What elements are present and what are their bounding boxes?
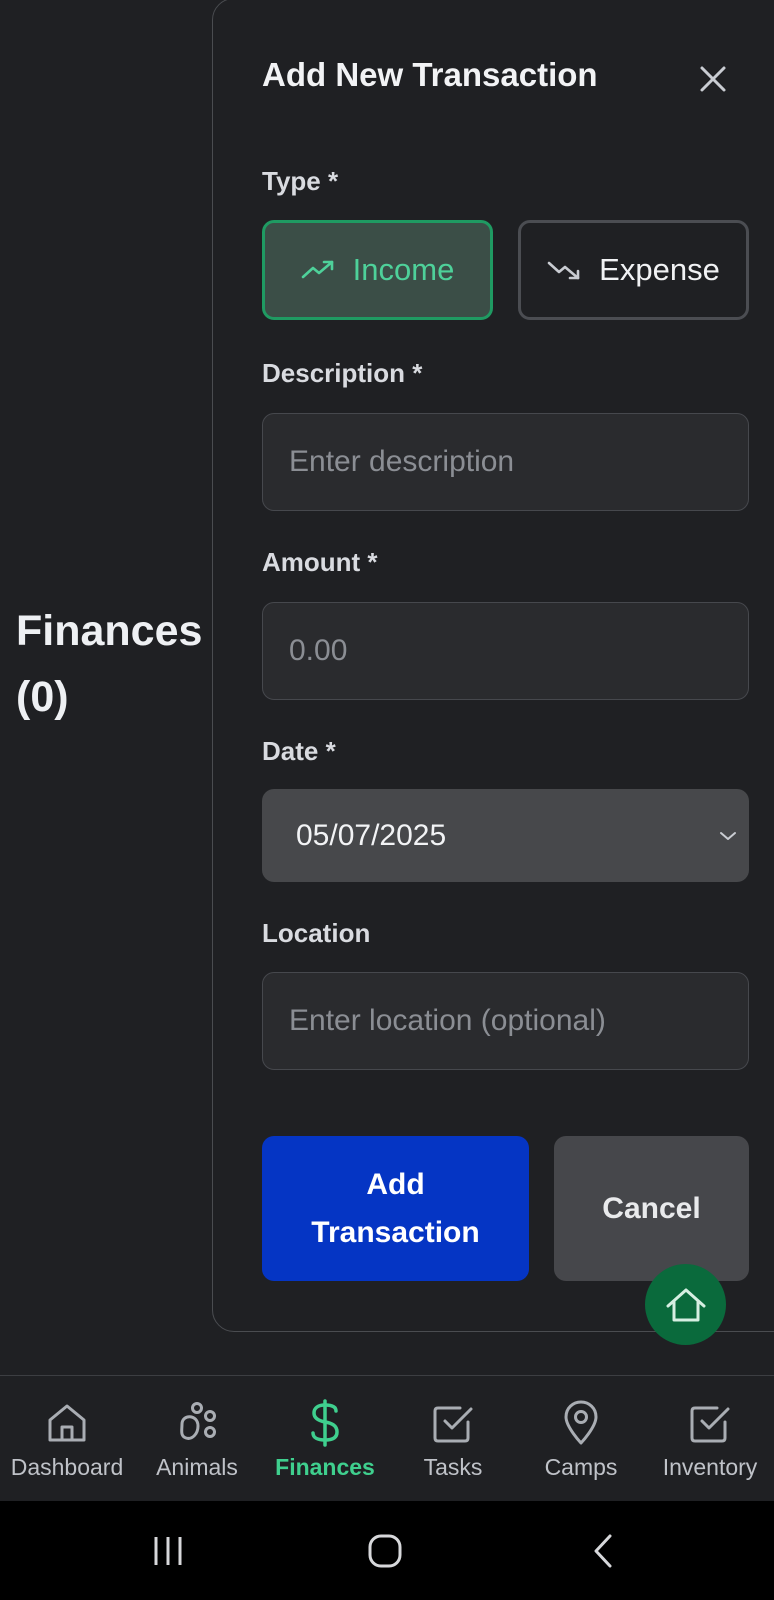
add-transaction-label: Add Transaction (311, 1167, 480, 1249)
date-picker[interactable]: 05/07/2025 (262, 789, 749, 882)
close-icon (700, 66, 726, 92)
trending-down-icon (547, 261, 580, 280)
trending-up-icon (301, 260, 333, 279)
location-placeholder: Enter location (optional) (289, 1004, 606, 1037)
checkbox-icon (690, 1406, 730, 1443)
close-button[interactable] (692, 58, 734, 100)
map-pin-icon (564, 1400, 598, 1445)
location-label: Location (262, 918, 371, 948)
nav-item-finances[interactable]: Finances (261, 1376, 389, 1502)
description-input[interactable]: Enter description (262, 413, 749, 511)
date-value: 05/07/2025 (296, 818, 447, 852)
cancel-button[interactable]: Cancel (554, 1136, 749, 1281)
description-label: Description * (262, 358, 423, 388)
nav-item-animals[interactable]: Animals (133, 1376, 261, 1502)
system-back-button[interactable] (563, 1501, 643, 1600)
back-icon (594, 1534, 612, 1567)
recents-icon (154, 1536, 182, 1565)
amount-label: Amount * (262, 547, 378, 577)
home-icon (48, 1404, 86, 1442)
dollar-icon (311, 1399, 339, 1447)
recents-button[interactable] (128, 1501, 208, 1600)
date-label: Date * (262, 736, 336, 766)
nav-item-dashboard[interactable]: Dashboard (3, 1376, 131, 1502)
nav-item-inventory[interactable]: Inventory (646, 1376, 774, 1502)
home-icon (666, 1288, 705, 1321)
system-navigation-bar (0, 1501, 774, 1600)
nav-label-dashboard: Dashboard (10, 1454, 124, 1480)
nav-item-tasks[interactable]: Tasks (389, 1376, 517, 1502)
nav-label-inventory: Inventory (662, 1454, 758, 1480)
nav-label-camps: Camps (544, 1454, 618, 1480)
chevron-down-icon (720, 831, 736, 840)
nav-label-finances: Finances (275, 1454, 375, 1480)
nav-label-animals: Animals (156, 1454, 238, 1480)
checkbox-icon (433, 1406, 473, 1443)
income-label: Income (352, 252, 455, 287)
page-title: Finances (0) (16, 607, 203, 721)
description-placeholder: Enter description (289, 445, 515, 478)
expense-label: Expense (599, 252, 720, 287)
system-home-button[interactable] (345, 1501, 425, 1600)
screen: Finances (0) Add New Transaction Type * … (0, 0, 774, 1600)
dialog-title: Add New Transaction (262, 56, 598, 93)
cancel-label: Cancel (602, 1191, 701, 1225)
expense-type-button[interactable]: Expense (518, 220, 749, 320)
type-label: Type * (262, 166, 339, 196)
bottom-navigation: Dashboard Animals Finances Tasks Camps I… (0, 1375, 774, 1502)
nav-label-tasks: Tasks (423, 1454, 483, 1480)
amount-placeholder: 0.00 (289, 634, 348, 667)
floating-home-button[interactable] (645, 1264, 726, 1345)
amount-input[interactable]: 0.00 (262, 602, 749, 700)
income-type-button[interactable]: Income (262, 220, 493, 320)
home-circle-icon (368, 1534, 402, 1567)
paw-icon (180, 1402, 216, 1440)
location-input[interactable]: Enter location (optional) (262, 972, 749, 1070)
nav-item-camps[interactable]: Camps (517, 1376, 645, 1502)
add-transaction-button[interactable]: Add Transaction (262, 1136, 529, 1281)
